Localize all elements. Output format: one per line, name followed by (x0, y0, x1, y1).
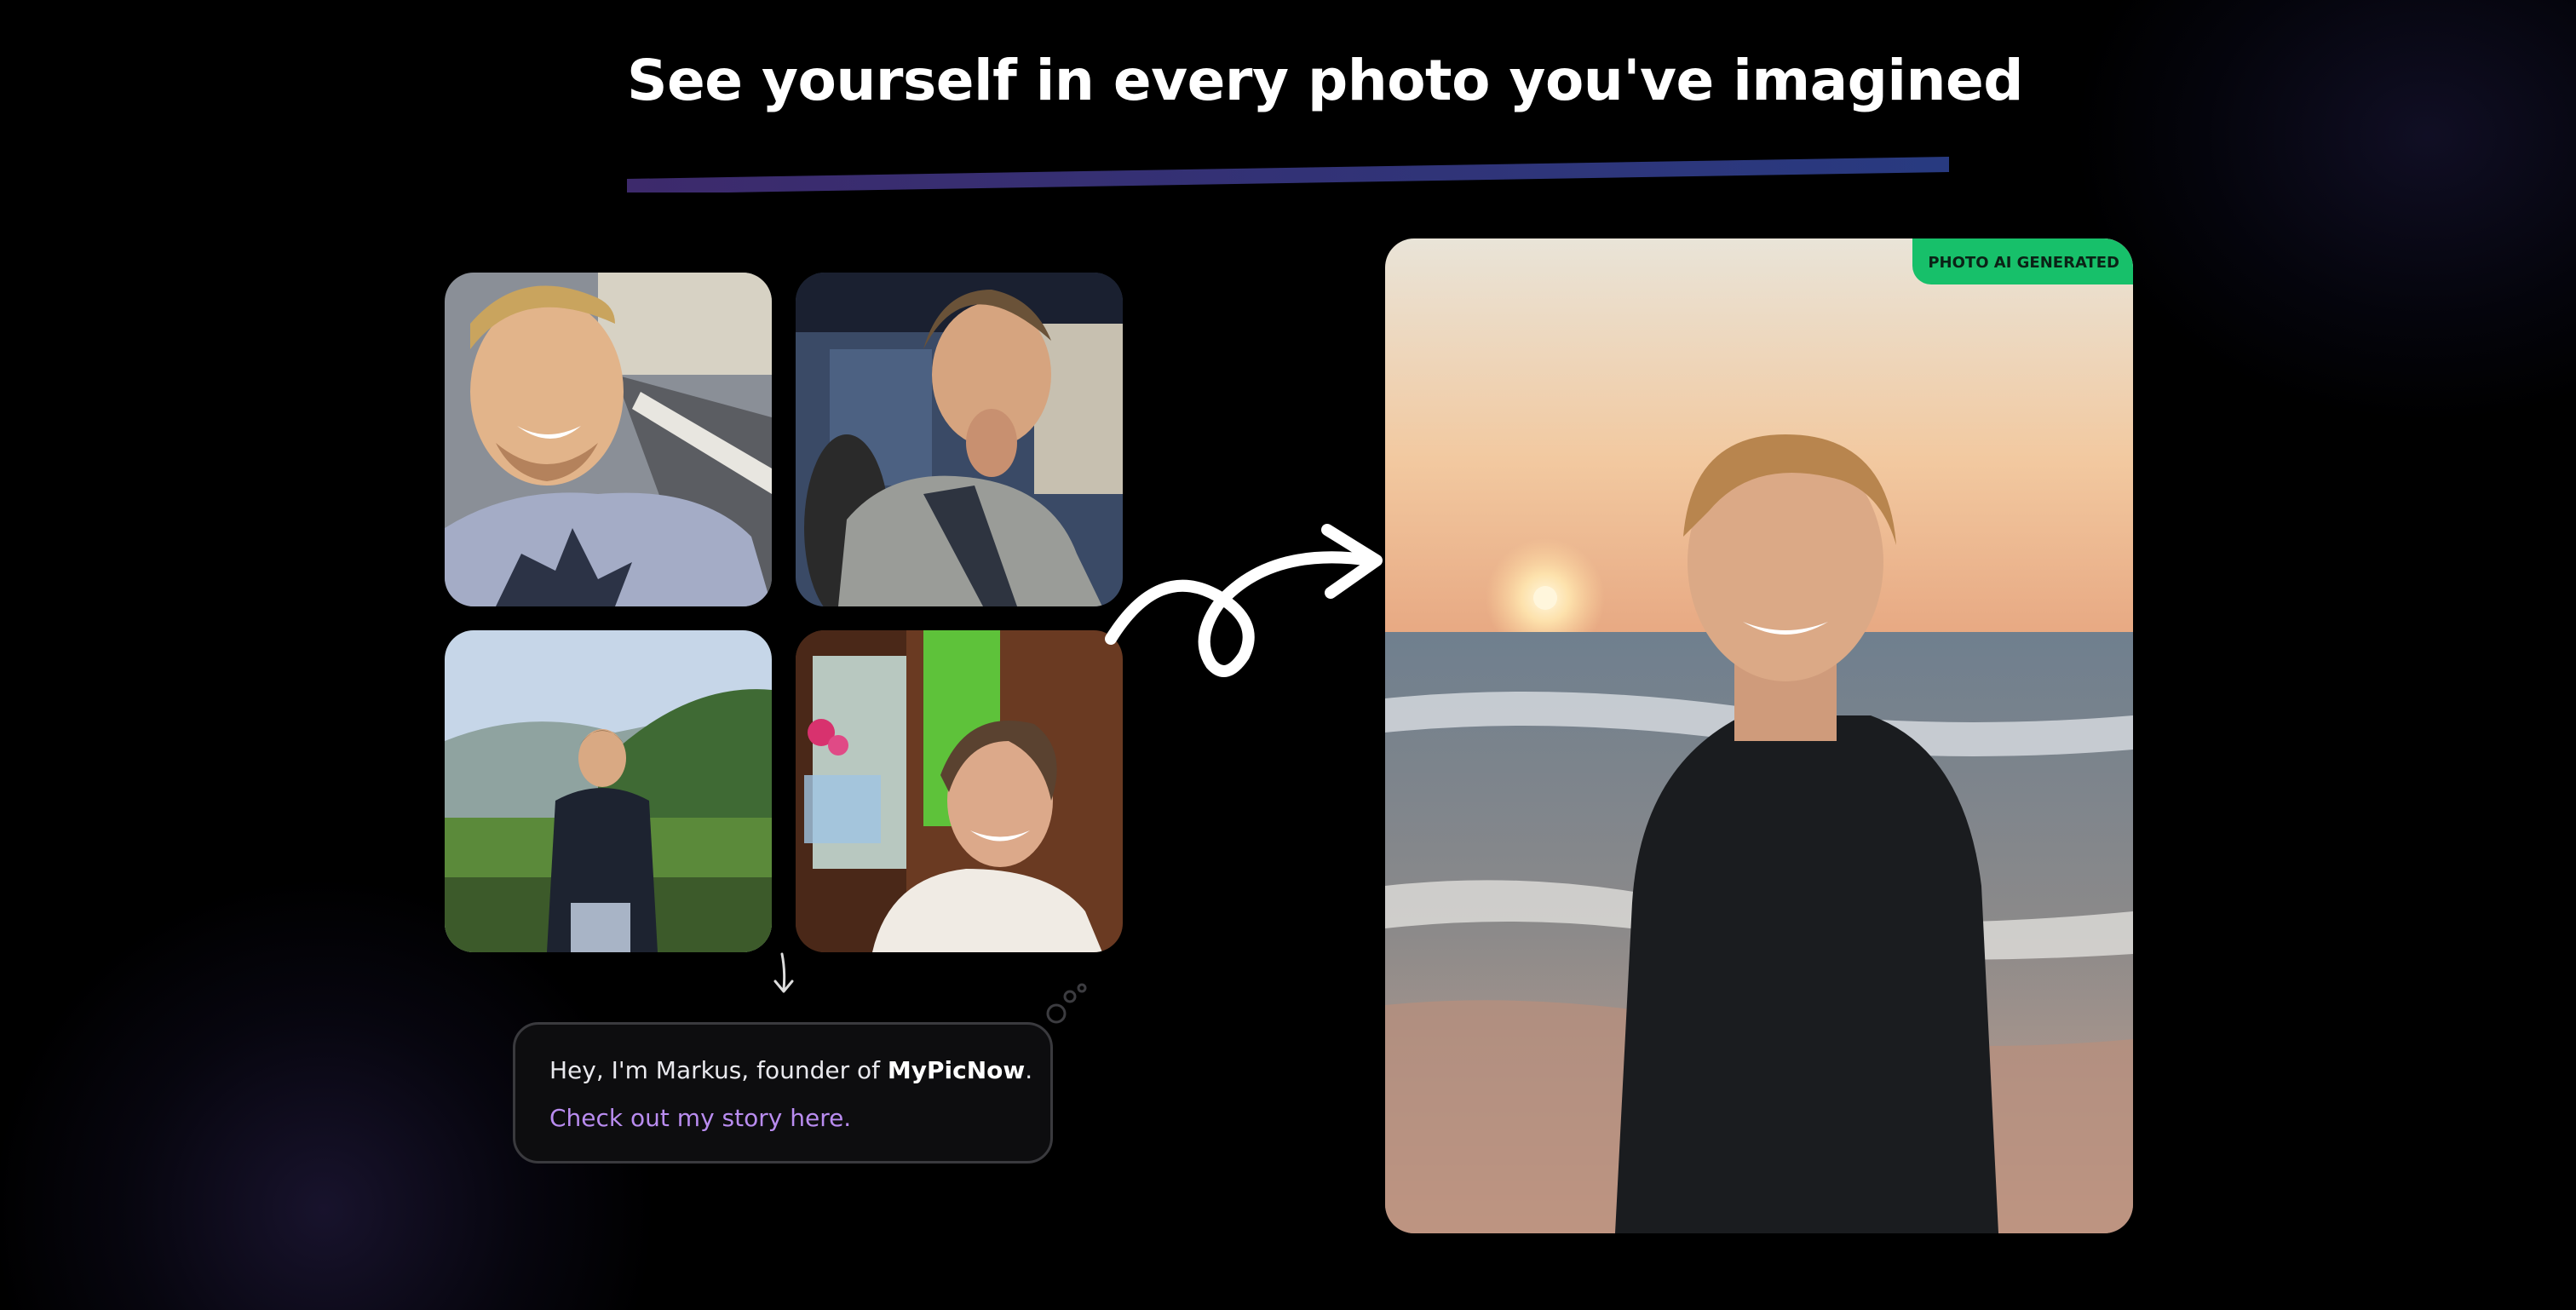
landing-section: See yourself in every photo you've imagi… (0, 0, 2576, 1310)
founder-story-link[interactable]: Check out my story here. (549, 1101, 851, 1135)
portrait-indoor-photo-icon (796, 630, 1123, 952)
generated-photo: PHOTO AI GENERATED (1385, 238, 2133, 1233)
founder-intro: Hey, I'm Markus, founder of MyPicNow. (549, 1054, 1032, 1088)
input-photo-selfie (445, 273, 772, 606)
headline-block: See yourself in every photo you've imagi… (627, 43, 2024, 192)
down-arrow-icon (773, 952, 794, 993)
transform-arrow-icon (1105, 524, 1383, 677)
ai-generated-badge: PHOTO AI GENERATED (1912, 238, 2133, 284)
headline: See yourself in every photo you've imagi… (627, 48, 2024, 113)
portrait-museum-photo-icon (796, 273, 1123, 606)
headline-underline (627, 157, 1949, 192)
brand-name: MyPicNow (887, 1056, 1026, 1084)
portrait-hiking-photo-icon (445, 630, 772, 952)
founder-intro-punct: . (1025, 1056, 1033, 1084)
portrait-selfie-photo-icon (445, 273, 772, 606)
founder-intro-text: Hey, I'm Markus, founder of (549, 1056, 888, 1084)
thought-bubbles-icon (1046, 983, 1087, 1024)
beach-sunset-portrait-photo-icon (1385, 238, 2133, 1233)
input-photo-museum (796, 273, 1123, 606)
founder-card: Hey, I'm Markus, founder of MyPicNow. Ch… (513, 1022, 1053, 1163)
input-photo-hiking (445, 630, 772, 952)
input-photo-indoor (796, 630, 1123, 952)
